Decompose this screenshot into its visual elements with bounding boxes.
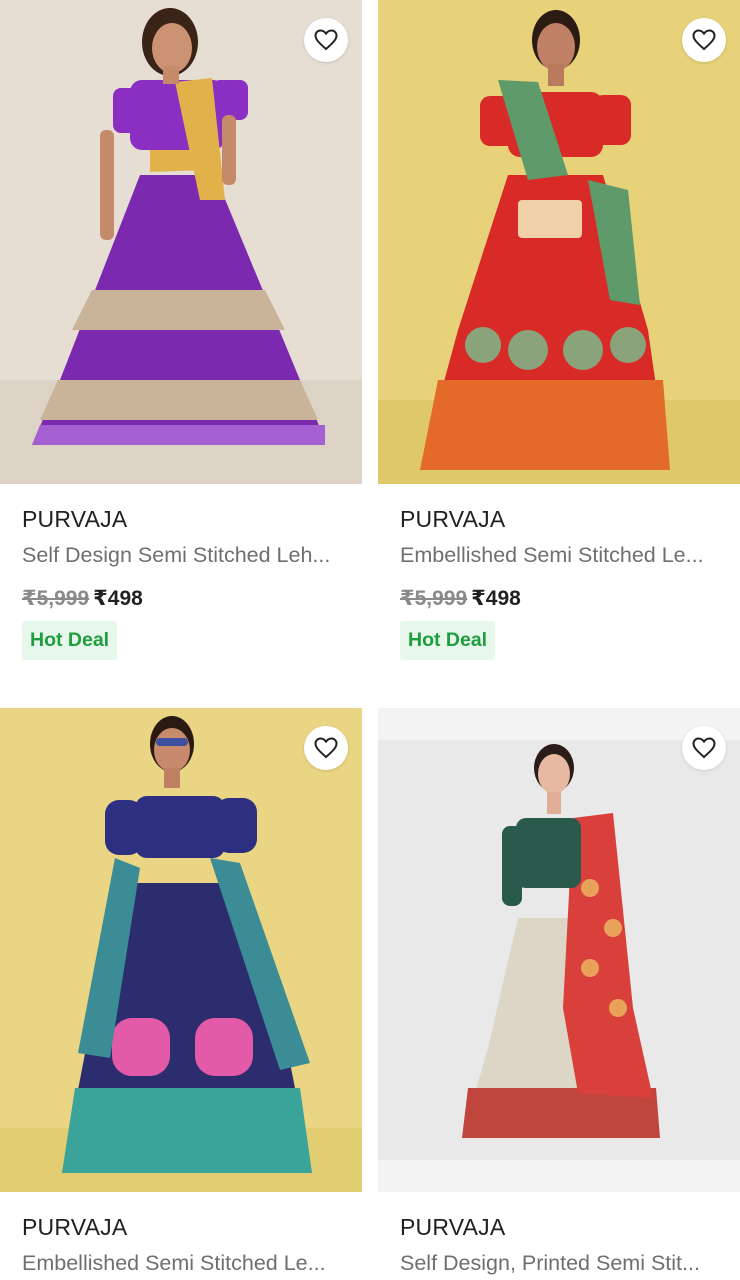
product-info: PURVAJA Embellished Semi Stitched Le... [0, 1192, 362, 1276]
product-info: PURVAJA Self Design, Printed Semi Stit..… [378, 1192, 740, 1276]
product-brand: PURVAJA [400, 1214, 506, 1240]
product-brand: PURVAJA [400, 506, 506, 532]
product-card[interactable]: PURVAJA Embellished Semi Stitched Le... [0, 708, 362, 1276]
wishlist-button[interactable] [304, 18, 348, 62]
product-title[interactable]: Self Design, Printed Semi Stit... [400, 1251, 736, 1276]
heart-outline-icon [314, 737, 338, 759]
heart-outline-icon [314, 29, 338, 51]
product-image[interactable] [378, 0, 740, 484]
price-row: ₹5,999 ₹498 [22, 586, 362, 611]
hot-deal-badge: Hot Deal [22, 621, 118, 660]
product-card[interactable]: PURVAJA Self Design Semi Stitched Leh...… [0, 0, 362, 660]
heart-outline-icon [692, 29, 716, 51]
sale-price: ₹498 [471, 587, 521, 610]
original-price: ₹5,999 [22, 587, 90, 610]
product-title[interactable]: Embellished Semi Stitched Le... [22, 1251, 358, 1276]
price-row: ₹5,999 ₹498 [400, 586, 740, 611]
product-title[interactable]: Self Design Semi Stitched Leh... [22, 543, 358, 568]
product-brand: PURVAJA [22, 1214, 128, 1240]
original-price: ₹5,999 [400, 587, 468, 610]
heart-outline-icon [692, 737, 716, 759]
hot-deal-badge: Hot Deal [400, 621, 496, 660]
product-card[interactable]: PURVAJA Self Design, Printed Semi Stit..… [378, 708, 740, 1276]
wishlist-button[interactable] [304, 726, 348, 770]
product-image[interactable] [0, 708, 362, 1192]
product-grid: PURVAJA Self Design Semi Stitched Leh...… [0, 0, 740, 1280]
product-brand: PURVAJA [22, 506, 128, 532]
product-info: PURVAJA Embellished Semi Stitched Le... … [378, 484, 740, 660]
product-card[interactable]: PURVAJA Embellished Semi Stitched Le... … [378, 0, 740, 660]
product-title[interactable]: Embellished Semi Stitched Le... [400, 543, 736, 568]
product-image[interactable] [0, 0, 362, 484]
wishlist-button[interactable] [682, 726, 726, 770]
product-image[interactable] [378, 708, 740, 1192]
product-info: PURVAJA Self Design Semi Stitched Leh...… [0, 484, 362, 660]
sale-price: ₹498 [93, 587, 143, 610]
wishlist-button[interactable] [682, 18, 726, 62]
